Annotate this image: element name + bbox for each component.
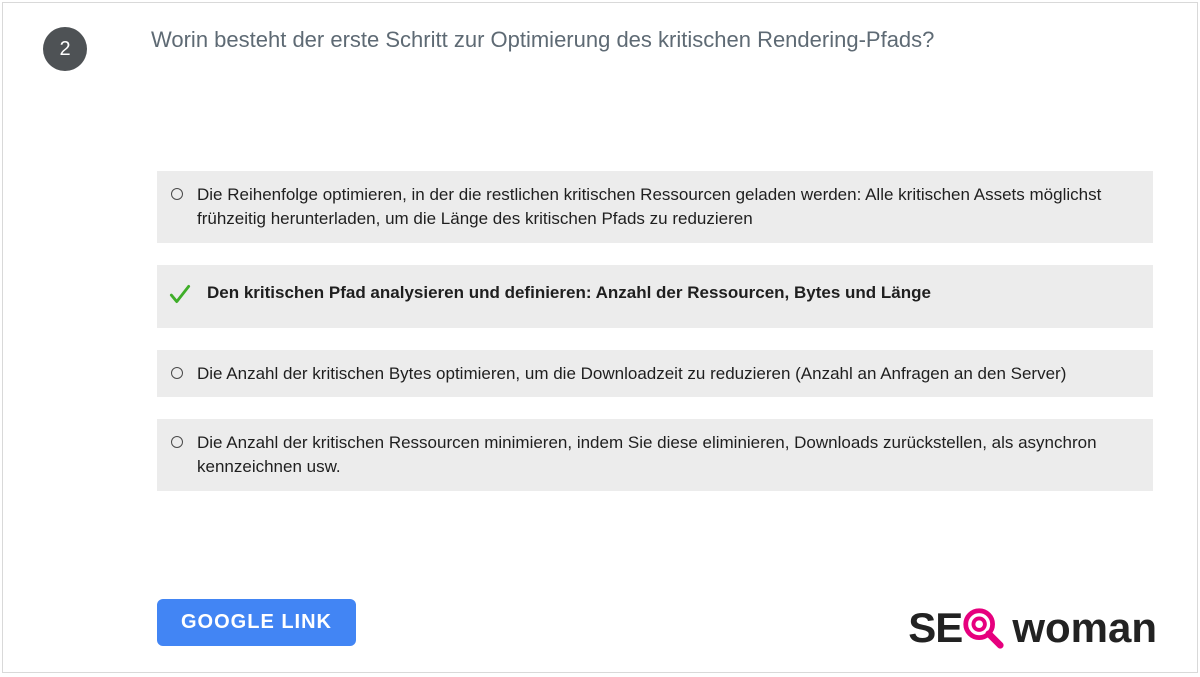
question-number-text: 2 [59,38,70,61]
option-label: Die Anzahl der kritischen Ressourcen min… [197,431,1137,479]
option-0[interactable]: Die Reihenfolge optimieren, in der die r… [157,171,1153,243]
radio-icon [171,367,183,379]
options-list: Die Reihenfolge optimieren, in der die r… [157,171,1153,491]
question-header: 2 Worin besteht der erste Schritt zur Op… [3,3,1197,71]
logo-text-se: SE [908,604,962,652]
option-2[interactable]: Die Anzahl der kritischen Bytes optimier… [157,350,1153,398]
google-link-button[interactable]: GOOGLE LINK [157,599,356,646]
option-label: Die Anzahl der kritischen Bytes optimier… [197,362,1066,386]
option-label: Die Reihenfolge optimieren, in der die r… [197,183,1137,231]
quiz-card: 2 Worin besteht der erste Schritt zur Op… [2,2,1198,673]
magnifier-icon [960,605,1006,651]
radio-icon [171,436,183,448]
option-label: Den kritischen Pfad analysieren und defi… [207,281,931,305]
checkmark-icon [167,281,193,312]
logo-text-woman: woman [1012,604,1157,652]
option-1[interactable]: Den kritischen Pfad analysieren und defi… [157,265,1153,328]
option-3[interactable]: Die Anzahl der kritischen Ressourcen min… [157,419,1153,491]
seowoman-logo: SE woman [908,604,1157,652]
question-text: Worin besteht der erste Schritt zur Opti… [151,25,934,55]
google-link-label: GOOGLE LINK [181,611,332,633]
radio-icon [171,188,183,200]
question-number-badge: 2 [43,27,87,71]
